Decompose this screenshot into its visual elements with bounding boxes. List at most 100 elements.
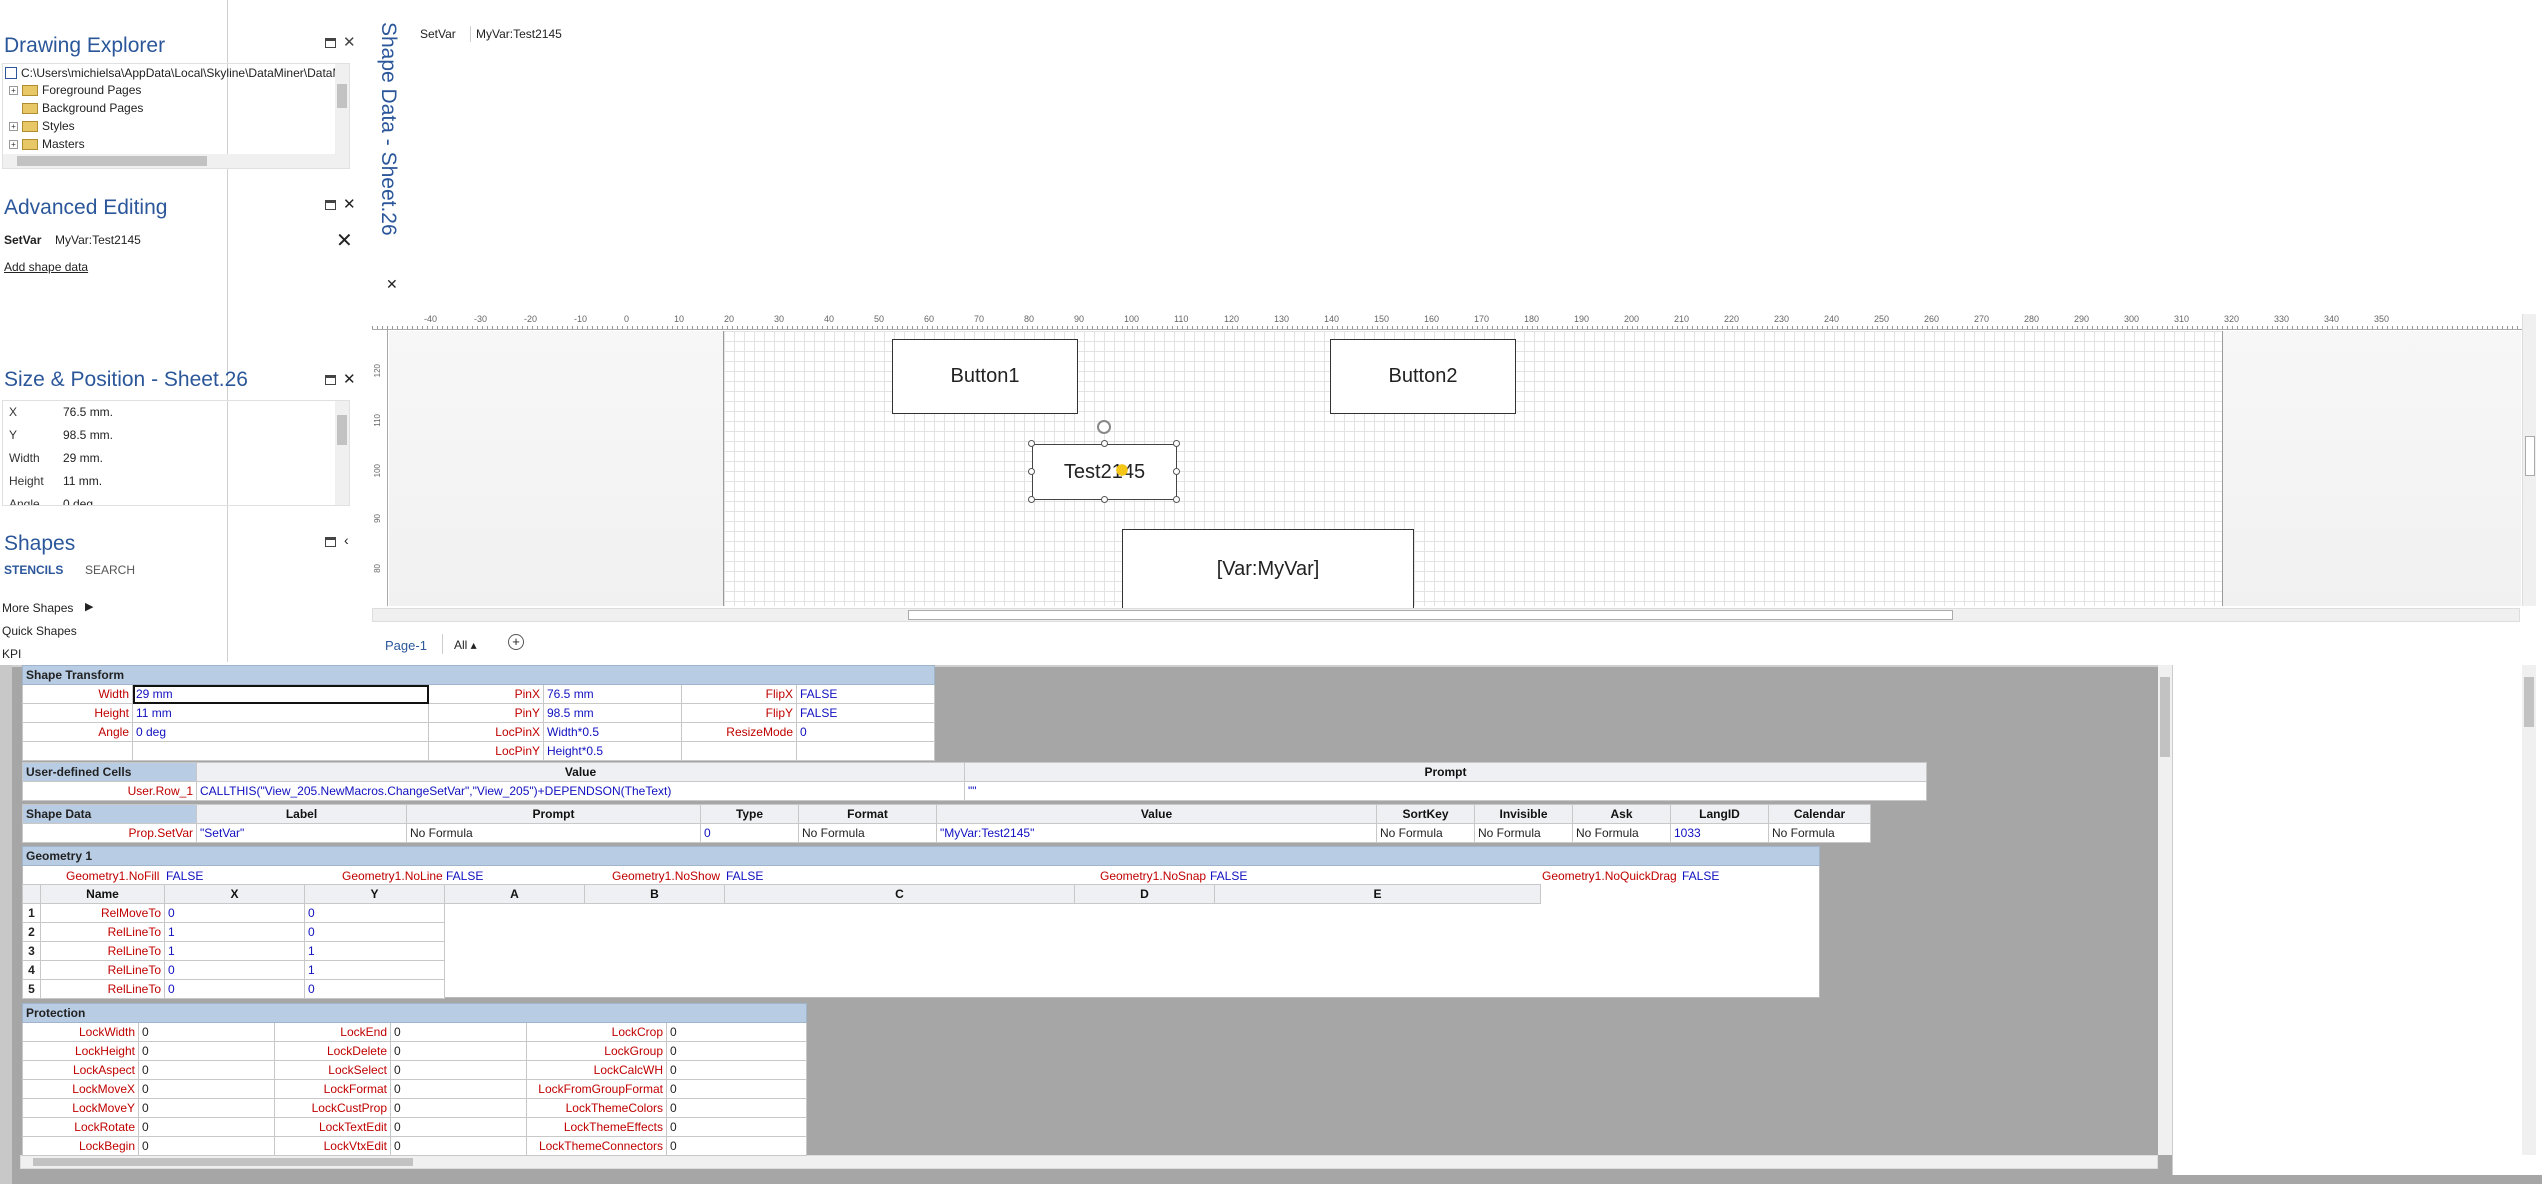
selection-handle[interactable] bbox=[1101, 440, 1108, 447]
tree-vscroll[interactable] bbox=[335, 64, 349, 154]
sp-value-height[interactable]: 11 mm. bbox=[63, 474, 102, 488]
quick-shapes[interactable]: Quick Shapes bbox=[2, 624, 77, 638]
hscroll-thumb[interactable] bbox=[908, 610, 1953, 620]
cell-value[interactable]: 0 bbox=[390, 1041, 527, 1061]
selection-handle[interactable] bbox=[1173, 468, 1180, 475]
tree-item-background[interactable]: Background Pages bbox=[22, 101, 143, 115]
vscroll-thumb[interactable] bbox=[2525, 436, 2535, 476]
cell-value[interactable]: CALLTHIS("View_205.NewMacros.ChangeSetVa… bbox=[196, 781, 965, 801]
cell-value[interactable]: No Formula bbox=[406, 823, 701, 843]
tree-item-styles[interactable]: + Styles bbox=[9, 119, 75, 133]
expand-icon[interactable]: + bbox=[9, 139, 18, 149]
button1-shape[interactable]: Button1 bbox=[892, 339, 1078, 414]
cell-value[interactable]: 1033 bbox=[1670, 823, 1769, 843]
cell-value[interactable]: 0 bbox=[795, 722, 936, 742]
cell-value[interactable]: 0 bbox=[138, 1136, 275, 1156]
collapse-icon[interactable]: ‹ bbox=[344, 532, 349, 548]
kpi-stencil[interactable]: KPI bbox=[2, 647, 21, 661]
cell-value[interactable]: 11 mm bbox=[132, 703, 429, 723]
cell-value[interactable]: 0 bbox=[665, 1117, 808, 1137]
width-cell-input[interactable]: 29 mm bbox=[132, 684, 429, 704]
selected-shape[interactable]: Test2145 bbox=[1032, 444, 1177, 500]
cell-value[interactable]: Height*0.5 bbox=[543, 741, 682, 761]
sp-value-y[interactable]: 98.5 mm. bbox=[63, 428, 113, 442]
var-display-shape[interactable]: [Var:MyVar] bbox=[1122, 529, 1414, 609]
cell-value[interactable]: 0 bbox=[390, 1079, 527, 1099]
restore-icon[interactable] bbox=[325, 200, 336, 210]
add-shape-data-link[interactable]: Add shape data bbox=[4, 260, 88, 274]
close-icon[interactable]: ✕ bbox=[386, 276, 398, 293]
cell-value[interactable]: "MyVar:Test2145" bbox=[936, 823, 1377, 843]
rotation-handle-icon[interactable] bbox=[1097, 420, 1111, 434]
cell-value[interactable]: 0 bbox=[304, 979, 445, 999]
right-panel-vscroll[interactable] bbox=[2522, 665, 2536, 1155]
cell-value[interactable]: No Formula bbox=[1572, 823, 1671, 843]
cell-value[interactable]: 1 bbox=[304, 941, 445, 961]
cell-value[interactable]: 0 bbox=[665, 1060, 808, 1080]
restore-icon[interactable] bbox=[325, 375, 336, 385]
expand-icon[interactable]: + bbox=[9, 85, 18, 95]
selection-handle[interactable] bbox=[1028, 496, 1035, 503]
geometry-flag-value[interactable]: FALSE bbox=[1682, 869, 1719, 883]
cell-value[interactable]: FALSE bbox=[795, 684, 936, 704]
selection-handle[interactable] bbox=[1173, 496, 1180, 503]
cell-value[interactable]: 0 bbox=[390, 1060, 527, 1080]
geometry-flag-value[interactable]: FALSE bbox=[1210, 869, 1247, 883]
cell-value[interactable]: FALSE bbox=[795, 703, 936, 723]
sp-value-x[interactable]: 76.5 mm. bbox=[63, 405, 113, 419]
geometry-flag-value[interactable]: FALSE bbox=[166, 869, 203, 883]
button2-shape[interactable]: Button2 bbox=[1330, 339, 1516, 414]
tree-item-foreground[interactable]: + Foreground Pages bbox=[9, 83, 141, 97]
sp-value-angle[interactable]: 0 deg. bbox=[63, 497, 96, 505]
tree-root[interactable]: C:\Users\michielsa\AppData\Local\Skyline… bbox=[5, 66, 349, 80]
tree-item-masters[interactable]: + Masters bbox=[9, 137, 85, 151]
tab-page-1[interactable]: Page-1 bbox=[385, 638, 427, 653]
selection-handle[interactable] bbox=[1101, 496, 1108, 503]
cell-value[interactable]: 0 deg bbox=[132, 722, 429, 742]
cell-value[interactable]: 0 bbox=[164, 960, 305, 980]
cell-value[interactable]: 1 bbox=[164, 922, 305, 942]
cell-value[interactable]: 0 bbox=[390, 1022, 527, 1042]
close-icon[interactable]: ✕ bbox=[343, 370, 356, 388]
cell-value[interactable]: 0 bbox=[164, 979, 305, 999]
shapesheet-hscroll[interactable] bbox=[20, 1155, 2158, 1169]
cell-value[interactable]: 0 bbox=[665, 1079, 808, 1099]
cell-value[interactable]: 0 bbox=[700, 823, 799, 843]
cell-value[interactable]: 0 bbox=[138, 1117, 275, 1137]
cell-value[interactable]: "" bbox=[964, 781, 1927, 801]
cell-value[interactable]: 0 bbox=[665, 1098, 808, 1118]
cell-value[interactable]: 0 bbox=[665, 1136, 808, 1156]
tab-all[interactable]: All ▴ bbox=[454, 638, 477, 652]
selection-handle[interactable] bbox=[1028, 468, 1035, 475]
cell-value[interactable]: No Formula bbox=[1768, 823, 1871, 843]
expand-icon[interactable]: + bbox=[9, 121, 18, 131]
selection-handle[interactable] bbox=[1173, 440, 1180, 447]
cell-value[interactable]: "SetVar" bbox=[196, 823, 407, 843]
cell-value[interactable]: 0 bbox=[138, 1041, 275, 1061]
cell-value[interactable]: 0 bbox=[665, 1022, 808, 1042]
shapesheet-vscroll[interactable] bbox=[2158, 665, 2172, 1155]
cell-value[interactable]: No Formula bbox=[1376, 823, 1475, 843]
cell-value[interactable]: 0 bbox=[138, 1098, 275, 1118]
restore-icon[interactable] bbox=[325, 38, 336, 48]
cell-value[interactable]: 1 bbox=[304, 960, 445, 980]
selection-handle[interactable] bbox=[1028, 440, 1035, 447]
remove-icon[interactable]: ✕ bbox=[336, 228, 353, 253]
cell-value[interactable]: 76.5 mm bbox=[543, 684, 682, 704]
cell-value[interactable]: 0 bbox=[304, 903, 445, 923]
cell-value[interactable]: 0 bbox=[138, 1022, 275, 1042]
cell-value[interactable]: No Formula bbox=[1474, 823, 1573, 843]
close-icon[interactable]: ✕ bbox=[343, 195, 356, 213]
cell-value[interactable]: Width*0.5 bbox=[543, 722, 682, 742]
cell-value[interactable]: 1 bbox=[164, 941, 305, 961]
geometry-flag-value[interactable]: FALSE bbox=[446, 869, 483, 883]
canvas-vscroll[interactable] bbox=[2522, 314, 2536, 606]
cell-value[interactable]: 0 bbox=[304, 922, 445, 942]
cell-value[interactable]: No Formula bbox=[798, 823, 937, 843]
cell-value[interactable]: 0 bbox=[164, 903, 305, 923]
cell-value[interactable]: 0 bbox=[138, 1060, 275, 1080]
cell-value[interactable]: 0 bbox=[138, 1079, 275, 1099]
cell-value[interactable]: 0 bbox=[390, 1136, 527, 1156]
advanced-value[interactable]: MyVar:Test2145 bbox=[55, 233, 141, 247]
close-icon[interactable]: ✕ bbox=[343, 33, 356, 51]
